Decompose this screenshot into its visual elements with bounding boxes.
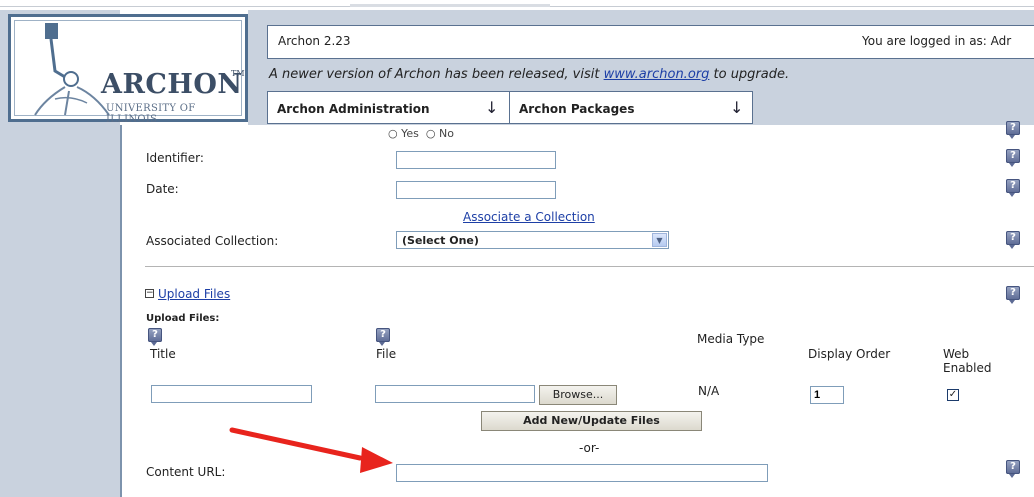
annotation-arrow-icon: [229, 427, 393, 473]
